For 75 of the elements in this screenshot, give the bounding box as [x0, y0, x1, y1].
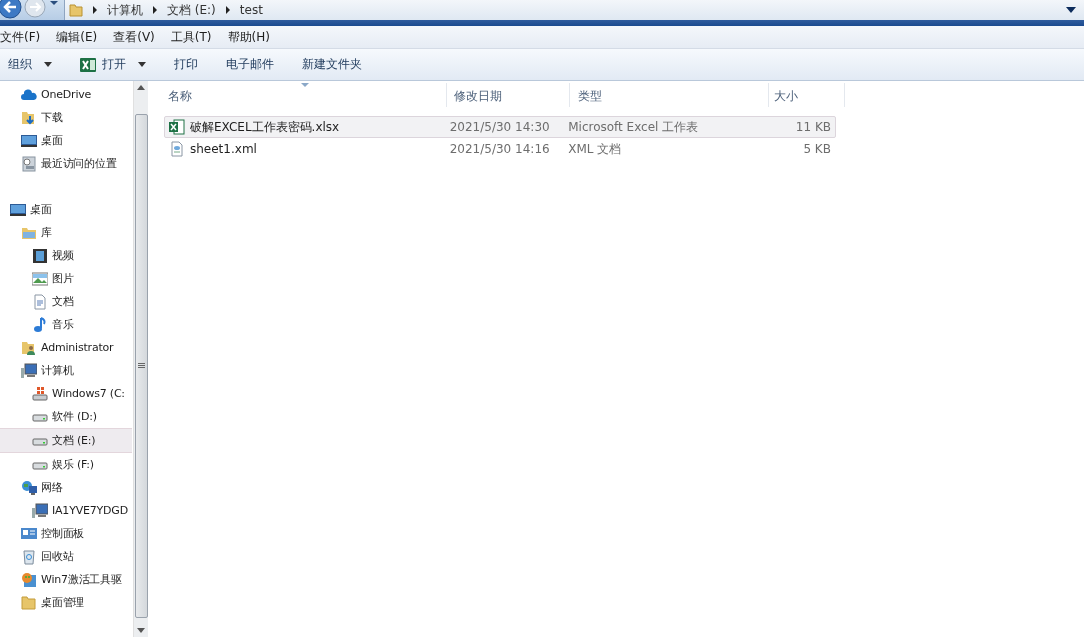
system-drive-icon — [32, 385, 48, 402]
file-row[interactable]: 破解EXCEL工作表密码.xlsx 2021/5/30 14:30 Microsoft Excel 工作表 11 KB — [164, 116, 836, 138]
column-header[interactable]: 大小 — [769, 83, 845, 107]
column-header[interactable]: 修改日期 — [447, 83, 570, 107]
toolbar-button[interactable]: 打开 — [76, 52, 160, 77]
film-icon — [32, 247, 48, 264]
toolbar-button[interactable]: 打印 — [170, 52, 212, 77]
menu-item[interactable]: 编辑(E) — [56, 28, 106, 46]
sort-icon — [301, 83, 309, 87]
spreadsheet-file-icon — [169, 119, 185, 135]
grip-icon — [137, 363, 145, 369]
nav-item[interactable]: 视频 — [0, 244, 132, 267]
nav-item[interactable]: 文档 — [0, 290, 132, 313]
nav-item[interactable]: 软件 (D:) — [0, 405, 132, 428]
document-icon — [32, 293, 48, 310]
music-note-icon — [32, 316, 48, 333]
nav-item[interactable]: 桌面 — [0, 129, 132, 152]
menu-item[interactable]: 文件(F) — [0, 28, 49, 46]
nav-item[interactable]: 桌面 — [0, 198, 132, 221]
scrollbar[interactable] — [133, 81, 148, 637]
nav-item[interactable]: 文档 (E:) — [0, 428, 132, 453]
folder-icon — [21, 594, 37, 611]
user-folder-icon — [21, 339, 37, 356]
cloud-icon — [21, 86, 37, 103]
nav-item[interactable]: 回收站 — [0, 545, 132, 568]
toolbar-button[interactable]: 电子邮件 — [222, 52, 288, 77]
chevron-icon[interactable] — [151, 5, 159, 15]
nav-item[interactable]: 控制面板 — [0, 522, 132, 545]
menu-item[interactable]: 工具(T) — [170, 28, 220, 46]
recycle-bin-icon — [21, 548, 37, 565]
chevron-icon[interactable] — [223, 5, 232, 15]
column-header[interactable]: 类型 — [570, 83, 769, 107]
chevron-icon[interactable] — [91, 5, 99, 15]
nav-item[interactable]: Administrator — [0, 336, 132, 359]
nav-item[interactable]: 网络 — [0, 476, 132, 499]
nav-item[interactable]: 娱乐 (F:) — [0, 453, 132, 476]
dropdown-icon[interactable] — [1066, 7, 1076, 13]
nav-item[interactable]: IA1YVE7YDGD — [0, 499, 132, 522]
nav-item[interactable]: Windows7 (C: — [0, 382, 132, 405]
caret-icon — [138, 62, 146, 67]
caret-icon — [44, 62, 52, 67]
download-folder-icon — [21, 109, 37, 126]
nav-item[interactable]: 库 — [0, 221, 132, 244]
breadcrumb[interactable]: 计算机 — [107, 1, 143, 19]
scroll-thumb[interactable] — [134, 114, 148, 618]
toolbar-button[interactable]: 组织 — [4, 52, 66, 77]
nav-item[interactable]: Win7激活工具驱 — [0, 568, 132, 591]
menu-item[interactable]: 帮助(H) — [227, 28, 278, 46]
nav-item[interactable]: 下载 — [0, 106, 132, 129]
app-icon — [21, 571, 37, 588]
computer-icon — [32, 502, 48, 519]
nav-item[interactable]: OneDrive — [0, 83, 132, 106]
scroll-up-icon[interactable] — [137, 85, 145, 90]
nav-item[interactable]: 计算机 — [0, 359, 132, 382]
scroll-down-icon[interactable] — [137, 628, 145, 633]
folder-icon — [69, 3, 83, 17]
network-icon — [21, 479, 37, 496]
desktop-icon — [21, 132, 37, 149]
nav-item[interactable]: 图片 — [0, 267, 132, 290]
menu-item[interactable]: 查看(V) — [113, 28, 163, 46]
nav-item[interactable]: 最近访问的位置 — [0, 152, 132, 175]
desktop-icon — [10, 201, 26, 218]
breadcrumb[interactable]: test — [239, 3, 263, 17]
file-row[interactable]: sheet1.xml 2021/5/30 14:16 XML 文档 5 KB — [164, 138, 836, 160]
computer-icon — [21, 362, 37, 379]
breadcrumb[interactable]: 文档 (E:) — [167, 1, 216, 19]
xml-file-icon — [169, 141, 185, 157]
image-icon — [32, 270, 48, 287]
nav-item[interactable]: 桌面管理 — [0, 591, 132, 614]
nav-item[interactable]: 音乐 — [0, 313, 132, 336]
toolbar-button[interactable]: 新建文件夹 — [298, 52, 376, 77]
address-field[interactable]: 计算机 文档 (E:) test — [64, 0, 1084, 20]
spreadsheet-icon — [80, 56, 96, 73]
recent-places-icon — [21, 155, 37, 172]
control-panel-icon — [21, 525, 37, 542]
